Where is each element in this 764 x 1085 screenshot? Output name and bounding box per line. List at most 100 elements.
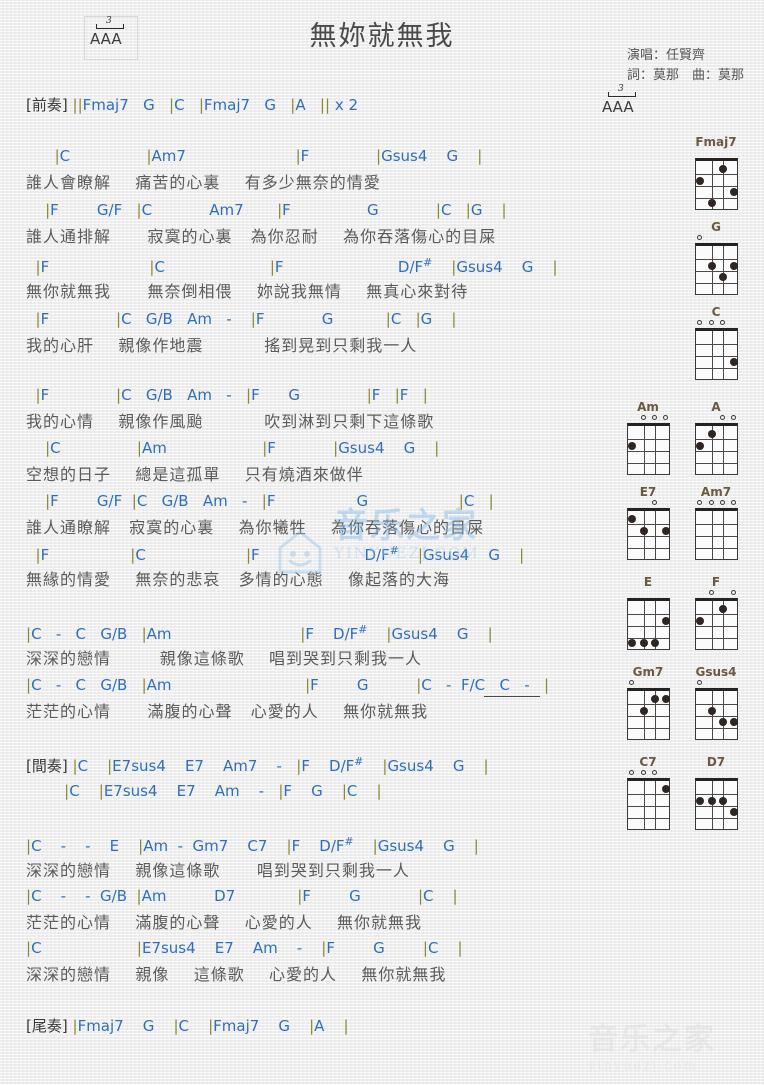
chord-line-1: |C |Am7 |F |Gsus4 G |	[54, 147, 483, 165]
lyric-line-2: 誰人通排解 寂寞的心裏 為你忍耐 為你吞落傷心的目屎	[26, 227, 497, 246]
chord-line-9: |C - C G/B |Am |F D/F# |Gsus4 G |	[26, 623, 493, 643]
open-string-circle-icon	[696, 680, 702, 685]
string-line	[711, 331, 713, 379]
chord-diagram-g: G	[688, 220, 744, 295]
fret-line	[695, 186, 737, 187]
fret-line	[627, 536, 669, 537]
open-string-circle-icon	[708, 320, 714, 325]
chord-underline-fc	[484, 696, 540, 697]
chord-diagram-am7: Am7	[688, 485, 744, 560]
open-string-circle-icon	[651, 770, 657, 775]
fret-line	[695, 806, 737, 807]
string-line	[711, 781, 713, 829]
lyric-line-8: 無緣的情愛 無奈的悲哀 多情的心態 像起落的大海	[26, 570, 450, 589]
fret-line	[695, 283, 737, 284]
string-line	[643, 691, 645, 739]
lyric-line-7: 誰人通瞭解 寂寞的心裏 為你犧牲 為你吞落傷心的目屎	[26, 518, 484, 537]
lyric-line-4: 我的心肝 親像作地震 搖到晃到只剩我一人	[26, 336, 418, 355]
triplet-bar-icon	[96, 28, 124, 29]
triplet-tick-left-icon	[608, 92, 609, 97]
fretboard-grid	[694, 328, 738, 380]
fret-line	[627, 451, 669, 452]
fret-line	[695, 463, 737, 464]
fret-line	[695, 174, 737, 175]
finger-dot	[650, 695, 659, 703]
open-string-circle-icon	[628, 680, 634, 685]
chord-diagram-c7: C7	[620, 755, 676, 830]
fret-line	[695, 614, 737, 615]
fret-line	[695, 356, 737, 357]
string-line	[643, 511, 645, 559]
open-string-markers	[627, 414, 670, 423]
lyric-line-11: 深深的戀情 親像這條歌 唱到哭到只剩我一人	[26, 861, 410, 880]
fret-line	[695, 638, 737, 639]
fretboard-grid	[694, 508, 738, 560]
finger-dot	[729, 358, 738, 366]
open-string-circle-icon	[696, 320, 702, 325]
finger-dot	[695, 177, 704, 185]
open-string-markers	[627, 679, 670, 688]
open-string-circle-icon	[730, 590, 736, 595]
chord-diagram-name: Gm7	[632, 665, 664, 679]
finger-dot	[695, 442, 704, 450]
watermark-bottom: 音乐之家 yinyuezj.com	[588, 1022, 758, 1082]
triplet-number-intro: 3	[618, 84, 624, 94]
finger-dot	[627, 515, 636, 523]
fret-line	[695, 198, 737, 199]
string-line	[722, 331, 724, 379]
fret-line	[695, 536, 737, 537]
fret-line	[695, 626, 737, 627]
string-line	[722, 246, 724, 294]
fret-line	[695, 439, 737, 440]
open-string-circle-icon	[628, 770, 634, 775]
fret-line	[627, 463, 669, 464]
open-string-circle-icon	[730, 415, 736, 420]
chord-diagram-name: G	[711, 220, 721, 234]
strum-pattern-intro: 3 AAA	[598, 84, 650, 128]
finger-dot	[707, 262, 716, 270]
triplet-tick-left-icon	[96, 24, 97, 29]
fretboard-grid	[694, 158, 738, 210]
chord-diagram-name: D7	[706, 755, 726, 769]
finger-dot	[718, 605, 727, 613]
lyric-line-1: 誰人會瞭解 痛苦的心裏 有多少無奈的情愛	[26, 173, 381, 192]
open-string-circle-icon	[651, 415, 657, 420]
chord-line-3: |F |C |F D/F# |Gsus4 G |	[35, 256, 558, 276]
strum-pattern-top: 3 AAA	[86, 17, 138, 60]
finger-dot	[661, 617, 670, 625]
string-line	[722, 511, 724, 559]
open-string-circle-icon	[719, 500, 725, 505]
string-line	[722, 691, 724, 739]
finger-dot	[729, 718, 738, 726]
string-line	[722, 781, 724, 829]
chord-diagram-name: Fmaj7	[695, 135, 737, 149]
triplet-tick-right-icon	[123, 24, 124, 29]
fret-line	[695, 548, 737, 549]
triplet-bracket-intro: 3	[600, 84, 646, 100]
fret-line	[627, 704, 669, 705]
chord-line-5: |F |C G/B Am - |F G |F |F |	[35, 386, 428, 404]
fretboard-grid	[626, 688, 670, 740]
finger-dot	[639, 639, 648, 647]
chord-line-12: |C - - G/B |Am D7 |F G |C |	[26, 887, 458, 905]
triplet-bar-icon	[608, 96, 636, 97]
writer-line: 詞：莫那 曲：莫那	[626, 67, 744, 82]
finger-dot	[718, 718, 727, 726]
string-line	[654, 781, 656, 829]
chord-diagram-name: C7	[639, 755, 657, 769]
finger-dot	[707, 797, 716, 805]
chord-diagram-name: E	[643, 575, 653, 589]
lyric-line-10: 茫茫的心情 滿腹的心聲 心愛的人 無你就無我	[26, 702, 429, 721]
finger-dot	[627, 442, 636, 450]
open-string-markers	[695, 414, 738, 423]
open-string-circle-icon	[719, 415, 725, 420]
chord-line-2: |F G/F |C Am7 |F G |C |G |	[45, 201, 507, 219]
open-string-circle-icon	[651, 500, 657, 505]
open-string-markers	[695, 149, 738, 158]
string-line	[654, 511, 656, 559]
string-line	[711, 511, 713, 559]
finger-dot	[650, 639, 659, 647]
triplet-bracket-top: 3	[88, 17, 134, 32]
fretboard-grid	[626, 423, 670, 475]
fret-line	[695, 344, 737, 345]
